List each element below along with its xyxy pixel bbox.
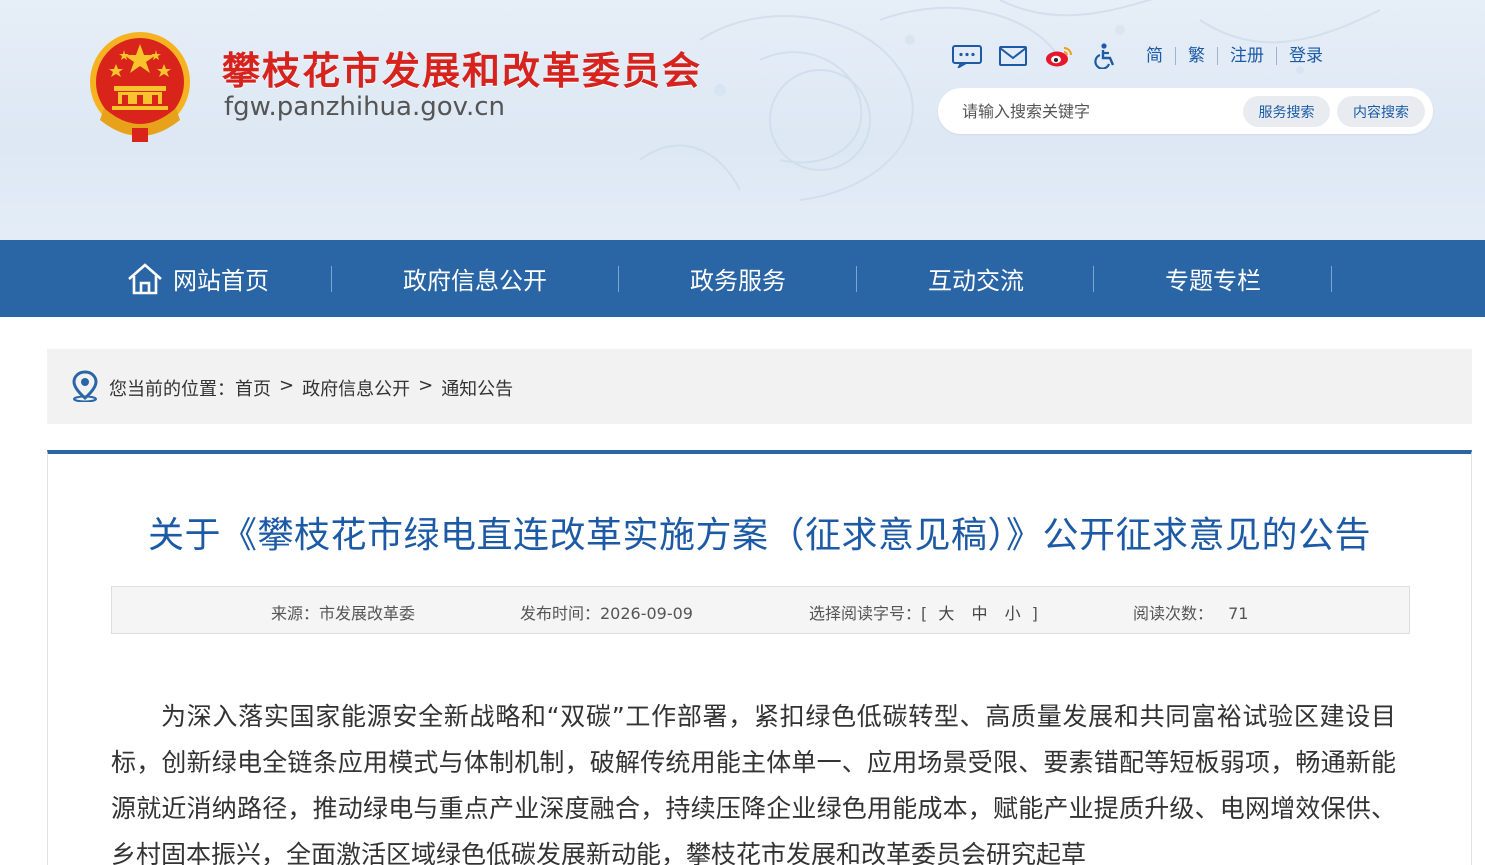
nav-separator: [1093, 266, 1094, 292]
read-count: 阅读次数： 71: [1133, 600, 1248, 624]
font-size-close: ]: [1031, 604, 1038, 623]
font-size-label: 选择阅读字号：[: [809, 604, 928, 623]
simplified-chinese-link[interactable]: 简: [1134, 47, 1176, 65]
accessibility-icon[interactable]: [1088, 42, 1122, 70]
nav-item-gov-info[interactable]: 政府信息公开: [380, 240, 570, 317]
breadcrumb-gov-info[interactable]: 政府信息公开: [302, 375, 410, 401]
nav-item-home[interactable]: 网站首页: [112, 240, 282, 317]
font-size-large[interactable]: 大: [938, 604, 954, 623]
nav-separator: [331, 266, 332, 292]
main-nav: 网站首页 政府信息公开 政务服务 互动交流 专题专栏: [0, 240, 1485, 317]
breadcrumb-separator: >: [279, 375, 295, 396]
breadcrumb-home[interactable]: 首页: [235, 375, 271, 401]
article-title: 关于《攀枝花市绿电直连改革实施方案（征求意见稿）》公开征求意见的公告: [147, 515, 1371, 556]
font-size-small[interactable]: 小: [1005, 604, 1021, 623]
read-count-label: 阅读次数：: [1133, 604, 1214, 623]
article: 关于《攀枝花市绿电直连改革实施方案（征求意见稿）》公开征求意见的公告 来源：市发…: [47, 450, 1472, 865]
site-title: 攀枝花市发展和改革委员会: [222, 48, 703, 93]
font-size-medium[interactable]: 中: [971, 604, 987, 623]
site-header: 攀枝花市发展和改革委员会 fgw.panzhihua.gov.cn 简 繁 注册…: [0, 0, 1485, 240]
breadcrumb-label: 您当前的位置：: [109, 379, 235, 400]
article-publish-time: 发布时间：2026-09-09: [520, 604, 693, 623]
home-icon: [128, 262, 162, 294]
font-size-selector: 选择阅读字号：[ 大 中 小 ]: [809, 600, 1038, 624]
article-body: 为深入落实国家能源安全新战略和“双碳”工作部署，紧扣绿色低碳转型、高质量发展和共…: [111, 702, 1396, 865]
nav-separator: [618, 266, 619, 292]
location-pin-icon: [72, 370, 98, 402]
traditional-chinese-link[interactable]: 繁: [1176, 47, 1218, 65]
header-tools: 简 繁 注册 登录: [950, 42, 1335, 70]
login-link[interactable]: 登录: [1277, 47, 1335, 65]
nav-separator: [1331, 266, 1332, 292]
service-search-button[interactable]: 服务搜索: [1243, 96, 1330, 127]
breadcrumb-notices[interactable]: 通知公告: [441, 375, 513, 401]
weibo-icon[interactable]: [1042, 42, 1076, 70]
national-emblem-icon: [90, 32, 190, 142]
article-meta: 来源：市发展改革委 发布时间：2026-09-09 选择阅读字号：[ 大 中 小…: [111, 586, 1410, 634]
nav-item-topics[interactable]: 专题专栏: [1143, 240, 1283, 317]
nav-item-interaction[interactable]: 互动交流: [906, 240, 1046, 317]
read-count-value: 71: [1228, 604, 1249, 623]
breadcrumb: 您当前的位置： 首页 > 政府信息公开 > 通知公告: [47, 349, 1472, 424]
nav-label-home: 网站首页: [173, 267, 269, 295]
mail-icon[interactable]: [996, 42, 1030, 70]
content-search-button[interactable]: 内容搜索: [1337, 96, 1425, 127]
search-input[interactable]: [962, 99, 1232, 123]
nav-separator: [856, 266, 857, 292]
site-domain: fgw.panzhihua.gov.cn: [224, 92, 506, 122]
register-link[interactable]: 注册: [1218, 47, 1277, 65]
breadcrumb-separator: >: [418, 375, 434, 396]
search-box: 服务搜索 内容搜索: [938, 88, 1433, 134]
breadcrumb-trail: 您当前的位置： 首页 > 政府信息公开 > 通知公告: [109, 375, 513, 401]
article-source: 来源：市发展改革委: [271, 604, 416, 623]
nav-item-services[interactable]: 政务服务: [668, 240, 808, 317]
message-icon[interactable]: [950, 42, 984, 70]
